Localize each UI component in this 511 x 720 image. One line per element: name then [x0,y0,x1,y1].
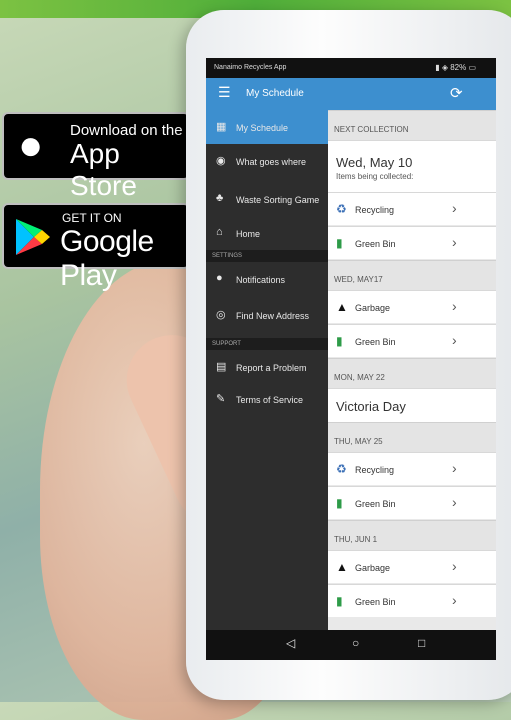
drawer-item-home[interactable]: ⌂ Home [206,216,328,250]
drawer-item-notifications[interactable]: ● Notifications [206,262,328,296]
calendar-icon: ▦ [216,121,227,133]
drawer-section-support: SUPPORT [206,338,328,350]
list-item-label: Green Bin [355,499,396,509]
sync-icon[interactable]: ⟳ [450,84,463,102]
list-item-label: Green Bin [355,337,396,347]
status-icons: ▮ ◈ 82% ▭ [435,63,476,72]
next-collection-date: Wed, May 10 [336,155,413,170]
chevron-right-icon: › [452,234,457,250]
section-label: SETTINGS [212,253,243,259]
recycling-icon: ♻ [336,462,347,476]
header-label: WED, MAY17 [334,275,383,284]
google-play-logo-icon [12,217,52,262]
notification-icon: ● [216,272,223,284]
location-search-icon: ◎ [216,309,226,321]
apple-logo-icon: ● [18,121,44,168]
header-label: MON, MAY 22 [334,373,385,382]
chevron-right-icon: › [452,460,457,476]
game-icon: ♣ [216,192,224,204]
recent-apps-icon[interactable]: □ [418,636,425,650]
list-item-label: Green Bin [355,239,396,249]
green-bin-icon: ▮ [336,594,343,608]
list-item-garbage[interactable]: ▲ Garbage › [328,290,496,323]
drawer-item-label: What goes where [236,157,307,167]
chevron-right-icon: › [452,494,457,510]
green-bin-icon: ▮ [336,236,343,250]
header-label: NEXT COLLECTION [334,125,409,134]
date-header-jun1: THU, JUN 1 [328,520,496,551]
holiday-title: Victoria Day [336,399,406,414]
list-item-green-bin[interactable]: ▮ Green Bin › [328,226,496,259]
list-item-garbage[interactable]: ▲ Garbage › [328,550,496,583]
chevron-right-icon: › [452,200,457,216]
home-circle-icon[interactable]: ○ [352,636,359,650]
drawer-item-find-new-address[interactable]: ◎ Find New Address [206,298,328,332]
document-icon: ▤ [216,361,227,373]
green-bin-icon: ▮ [336,334,343,348]
google-play-line2: Google Play [60,225,154,292]
header-label: THU, JUN 1 [334,535,378,544]
app-bar: ☰ My Schedule ⟳ [206,78,496,110]
list-item-label: Recycling [355,465,395,475]
section-label: SUPPORT [212,341,241,347]
header-label: THU, MAY 25 [334,437,383,446]
date-header-may25: THU, MAY 25 [328,422,496,453]
search-icon: ◉ [216,155,226,167]
drawer-item-label: Report a Problem [236,363,307,373]
back-icon[interactable]: ◁ [286,636,295,650]
garbage-bag-icon: ▲ [336,300,348,314]
app-store-line1: Download on the [70,122,183,139]
android-nav-bar: ◁ ○ □ [206,630,496,660]
google-play-badge[interactable]: GET IT ON Google Play [2,203,190,292]
chevron-right-icon: › [452,298,457,314]
next-collection-subtitle: Items being collected: [336,172,414,181]
drawer-item-label: Find New Address [236,311,310,321]
phone-screen: Nanaimo Recycles App ▮ ◈ 82% ▭ ☰ My Sche… [206,58,496,660]
drawer-item-label: Home [236,229,261,239]
chevron-right-icon: › [452,558,457,574]
app-store-line2: App Store [70,138,137,201]
holiday-card: Victoria Day [328,388,496,423]
list-item-label: Recycling [355,205,395,215]
green-bin-icon: ▮ [336,496,343,510]
list-item-green-bin[interactable]: ▮ Green Bin › [328,584,496,617]
drawer-item-label: Terms of Service [236,395,304,405]
schedule-list: NEXT COLLECTION Wed, May 10 Items being … [328,110,496,630]
list-item-green-bin[interactable]: ▮ Green Bin › [328,486,496,519]
drawer-item-my-schedule[interactable]: ▦ My Schedule [206,110,328,144]
date-header-may22: MON, MAY 22 [328,358,496,389]
app-bar-title: My Schedule [246,88,304,99]
list-item-label: Garbage [355,303,391,313]
home-icon: ⌂ [216,226,223,238]
next-collection-card: Wed, May 10 Items being collected: [328,140,496,193]
list-item-recycling[interactable]: ♻ Recycling › [328,192,496,225]
list-item-green-bin[interactable]: ▮ Green Bin › [328,324,496,357]
list-item-label: Garbage [355,563,391,573]
drawer-item-label: Notifications [236,275,286,285]
menu-icon[interactable]: ☰ [218,84,231,101]
drawer-item-waste-sorting-game[interactable]: ♣ Waste Sorting Game [206,182,328,216]
navigation-drawer: ▦ My Schedule ◉ What goes where ♣ Waste … [206,110,328,630]
status-app-name: Nanaimo Recycles App [214,64,287,71]
list-item-label: Green Bin [355,597,396,607]
status-bar: Nanaimo Recycles App ▮ ◈ 82% ▭ [206,58,496,78]
google-play-line1: GET IT ON [62,211,122,225]
app-store-badge[interactable]: ● Download on the App Store [2,112,190,201]
date-header-may17: WED, MAY17 [328,260,496,291]
drawer-item-label: My Schedule [236,123,289,133]
handshake-icon: ✎ [216,393,226,405]
recycling-icon: ♻ [336,202,347,216]
list-item-recycling[interactable]: ♻ Recycling › [328,452,496,485]
drawer-section-settings: SETTINGS [206,250,328,262]
drawer-item-what-goes-where[interactable]: ◉ What goes where [206,144,328,178]
drawer-item-label: Waste Sorting Game [236,195,320,205]
drawer-item-terms-of-service[interactable]: ✎ Terms of Service [206,382,328,416]
garbage-bag-icon: ▲ [336,560,348,574]
drawer-item-report-a-problem[interactable]: ▤ Report a Problem [206,350,328,384]
chevron-right-icon: › [452,332,457,348]
next-collection-header: NEXT COLLECTION [328,110,496,141]
battery-percent: 82% [450,63,467,72]
chevron-right-icon: › [452,592,457,608]
